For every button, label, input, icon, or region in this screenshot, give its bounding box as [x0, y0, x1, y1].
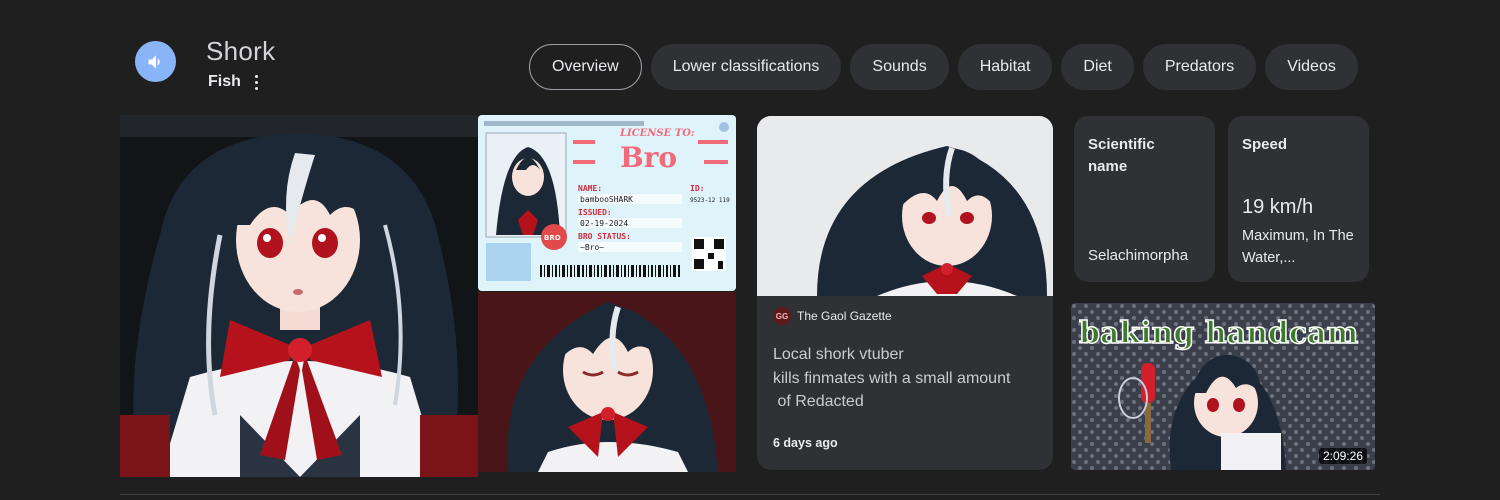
speaker-icon	[148, 54, 160, 69]
license-id-value: 9523-12 119	[690, 197, 730, 204]
news-card[interactable]: GG The Gaol Gazette Local shork vtuber k…	[757, 116, 1053, 470]
scientific-name-card[interactable]: Scientific name Selachimorpha	[1074, 116, 1215, 282]
news-headline[interactable]: Local shork vtuber kills finmates with a…	[773, 343, 1048, 414]
license-card-image[interactable]: BRO LICENSE TO: Bro NAME: bambooSHARK IS…	[478, 115, 736, 291]
tab-diet[interactable]: Diet	[1061, 44, 1134, 90]
headline-line: Local shork vtuber	[773, 346, 904, 363]
tab-predators[interactable]: Predators	[1142, 44, 1257, 90]
license-issued-label: ISSUED:	[578, 208, 612, 217]
entity-title: Shork	[206, 36, 276, 66]
news-thumbnail	[757, 116, 1053, 296]
license-name-label: NAME:	[578, 184, 602, 193]
video-thumbnail[interactable]: baking handcam 2:09:26	[1071, 303, 1375, 470]
speaker-button[interactable]	[135, 41, 176, 82]
headline-line: kills finmates with a small amount	[773, 369, 1011, 387]
fact-value: Selachimorpha	[1088, 247, 1189, 264]
license-title: Bro	[620, 141, 677, 174]
news-source: The Gaol Gazette	[797, 309, 892, 323]
fact-label: Scientific name	[1088, 136, 1155, 175]
tab-lower-classifications[interactable]: Lower classifications	[650, 44, 842, 90]
tab-bar: Overview Lower classifications Sounds Ha…	[529, 44, 1358, 90]
license-name-value: bambooSHARK	[580, 195, 633, 204]
portrait-image[interactable]	[120, 115, 478, 477]
sleepy-portrait-image[interactable]	[478, 292, 736, 472]
news-time: 6 days ago	[773, 436, 838, 450]
tab-sounds[interactable]: Sounds	[850, 44, 949, 90]
video-duration: 2:09:26	[1318, 448, 1367, 464]
svg-text:BRO: BRO	[544, 234, 561, 242]
speed-card[interactable]: Speed 19 km/h Maximum, In The Water,...	[1228, 116, 1369, 282]
entity-subtitle: Fish	[208, 73, 241, 90]
fact-label: Speed	[1242, 136, 1288, 153]
headline-line: of Redacted	[773, 393, 864, 410]
license-issued-value: 02-19-2024	[580, 219, 628, 228]
video-title-art: baking handcam	[1079, 316, 1359, 351]
more-vert-icon[interactable]	[249, 72, 263, 92]
license-id-label: ID:	[690, 184, 704, 193]
tab-videos[interactable]: Videos	[1265, 44, 1358, 90]
license-status-label: BRO STATUS:	[578, 232, 631, 241]
fact-value: 19 km/h	[1242, 196, 1314, 218]
fact-description: Maximum, In The Water,...	[1242, 228, 1354, 266]
divider	[120, 494, 1380, 495]
tab-habitat[interactable]: Habitat	[957, 44, 1053, 90]
license-status-value: ~Bro~	[580, 243, 604, 252]
tab-overview[interactable]: Overview	[529, 44, 642, 90]
license-header: LICENSE TO:	[619, 128, 695, 139]
source-logo: GG	[773, 307, 791, 325]
